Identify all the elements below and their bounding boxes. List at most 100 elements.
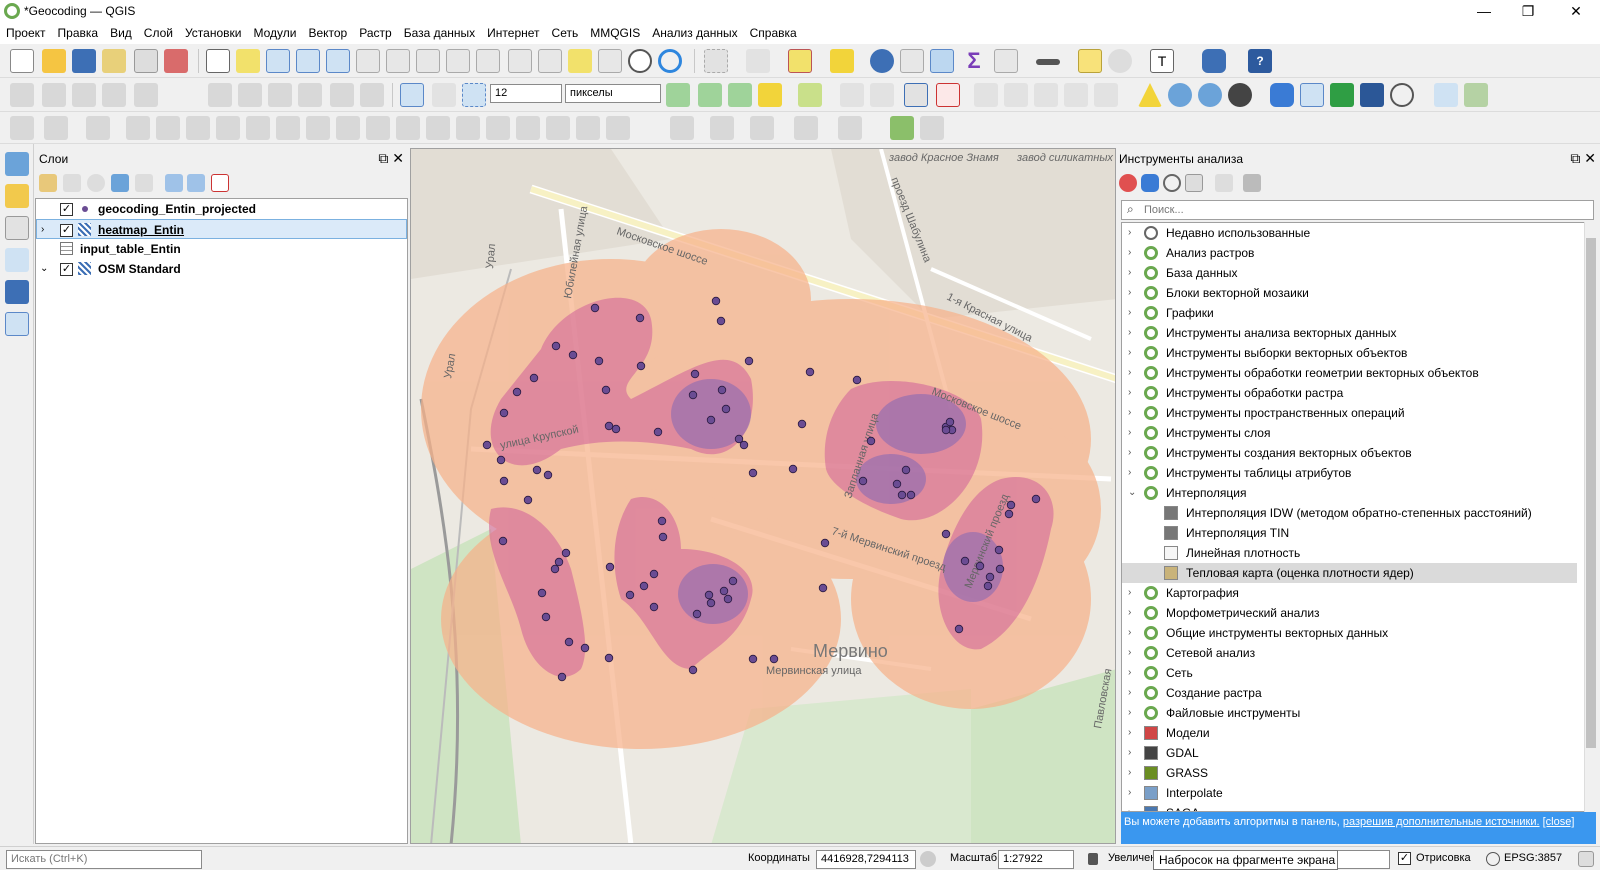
add-vector-icon[interactable] [5, 184, 29, 208]
map-point[interactable] [941, 529, 951, 539]
advanced-digitizing-icon[interactable] [798, 83, 822, 107]
algorithm-item[interactable]: Интерполяция IDW (методом обратно-степен… [1122, 503, 1577, 523]
expression-filter-icon[interactable] [135, 174, 153, 192]
text-annotation-icon[interactable]: T [1150, 49, 1174, 73]
merge-attributes-icon[interactable] [426, 116, 450, 140]
scrollbar[interactable] [1584, 222, 1596, 812]
add-mesh-icon[interactable] [5, 312, 29, 336]
chevron-right-icon[interactable]: › [1128, 443, 1131, 463]
map-point[interactable] [611, 424, 621, 434]
map-point[interactable] [897, 490, 907, 500]
map-point[interactable] [523, 495, 533, 505]
help-icon[interactable]: ? [1248, 49, 1272, 73]
map-point[interactable] [788, 464, 798, 474]
minimize-button[interactable]: — [1464, 1, 1504, 21]
lock-icon[interactable] [1088, 853, 1098, 865]
offset-curve-icon[interactable] [306, 116, 330, 140]
layer-checkbox[interactable]: ✓ [60, 224, 73, 237]
reverse-line-icon[interactable] [516, 116, 540, 140]
map-point[interactable] [717, 385, 727, 395]
cut-icon[interactable] [238, 83, 262, 107]
map-point[interactable] [728, 576, 738, 586]
map-point[interactable] [537, 588, 547, 598]
map-point[interactable] [604, 653, 614, 663]
snap-vertex-icon[interactable] [432, 83, 456, 107]
ellipse-digitize-icon[interactable] [750, 116, 774, 140]
toolbox-gear-icon[interactable] [930, 49, 954, 73]
provider-group[interactable]: › Инструменты выборки векторных объектов [1122, 343, 1577, 363]
chevron-right-icon[interactable]: › [1128, 583, 1131, 603]
globe-add-icon[interactable] [1168, 83, 1192, 107]
split-features-icon[interactable] [336, 116, 360, 140]
map-point[interactable] [858, 476, 868, 486]
remove-layer-icon[interactable] [211, 174, 229, 192]
map-point[interactable] [975, 561, 985, 571]
select-features-icon[interactable] [704, 49, 728, 73]
map-point[interactable] [901, 465, 911, 475]
provider-group[interactable]: › Сетевой анализ [1122, 643, 1577, 663]
map-point[interactable] [498, 536, 508, 546]
zoom-in-icon[interactable] [266, 49, 290, 73]
add-raster-icon[interactable] [5, 280, 29, 304]
redo-icon[interactable] [360, 83, 384, 107]
chevron-right-icon[interactable]: › [1128, 383, 1131, 403]
identify-icon[interactable] [870, 49, 894, 73]
shape-digitize-icon[interactable] [670, 116, 694, 140]
delete-part-icon[interactable] [246, 116, 270, 140]
snap-intersection-icon[interactable] [698, 83, 722, 107]
chevron-right-icon[interactable]: › [1128, 343, 1131, 363]
reshape-icon[interactable] [276, 116, 300, 140]
plugin-tool-icon[interactable] [890, 116, 914, 140]
map-point[interactable] [529, 373, 539, 383]
collapse-all-icon[interactable] [187, 174, 205, 192]
map-point[interactable] [649, 569, 659, 579]
map-point[interactable] [512, 387, 522, 397]
scrollbar-thumb[interactable] [1586, 238, 1596, 748]
add-delimited-icon[interactable] [5, 248, 29, 272]
add-ring-icon[interactable] [156, 116, 180, 140]
database-icon[interactable] [1202, 49, 1226, 73]
map-point[interactable] [635, 313, 645, 323]
attribute-table-icon[interactable] [900, 49, 924, 73]
map-point[interactable] [805, 367, 815, 377]
chevron-right-icon[interactable]: › [1128, 263, 1131, 283]
map-point[interactable] [723, 594, 733, 604]
menu-mesh[interactable]: Сеть [546, 22, 585, 44]
provider-group[interactable]: › Морфометрический анализ [1122, 603, 1577, 623]
hint-link[interactable]: разрешив дополнительные источники. [1343, 816, 1540, 828]
globe-search-icon[interactable] [1198, 83, 1222, 107]
expand-all-icon[interactable] [165, 174, 183, 192]
simplify-icon[interactable] [486, 116, 510, 140]
map-point[interactable] [580, 643, 590, 653]
map-point[interactable] [496, 455, 506, 465]
print-layout-icon[interactable] [134, 49, 158, 73]
polygon-tool-icon[interactable] [126, 116, 150, 140]
new-vector-layer-icon[interactable] [5, 216, 29, 240]
save-project-icon[interactable] [72, 49, 96, 73]
map-point[interactable] [688, 390, 698, 400]
map-point[interactable] [657, 516, 667, 526]
chevron-right-icon[interactable]: › [1128, 763, 1131, 783]
stairs-icon[interactable] [1360, 83, 1384, 107]
map-point[interactable] [719, 586, 729, 596]
chevron-right-icon[interactable]: › [1128, 803, 1131, 811]
provider-group[interactable]: › Инструменты таблицы атрибутов [1122, 463, 1577, 483]
edit-in-place-icon[interactable] [1215, 174, 1233, 192]
label-pin-icon[interactable] [936, 83, 960, 107]
map-point[interactable] [954, 624, 964, 634]
map-point[interactable] [945, 417, 955, 427]
map-tool-icon[interactable] [1464, 83, 1488, 107]
chevron-right-icon[interactable]: › [1128, 663, 1131, 683]
python-console-icon[interactable] [1270, 83, 1294, 107]
refresh-icon[interactable] [658, 49, 682, 73]
panel-float-close[interactable]: ⧉ ✕ [378, 150, 404, 167]
map-point[interactable] [499, 476, 509, 486]
provider-group[interactable]: › Модели [1122, 723, 1577, 743]
map-point[interactable] [852, 375, 862, 385]
label-move-icon[interactable] [1004, 83, 1028, 107]
add-feature-icon[interactable] [102, 83, 126, 107]
provider-group[interactable]: › Общие инструменты векторных данных [1122, 623, 1577, 643]
map-point[interactable] [941, 425, 951, 435]
map-point[interactable] [1031, 494, 1041, 504]
layer-checkbox[interactable]: ✓ [60, 263, 73, 276]
